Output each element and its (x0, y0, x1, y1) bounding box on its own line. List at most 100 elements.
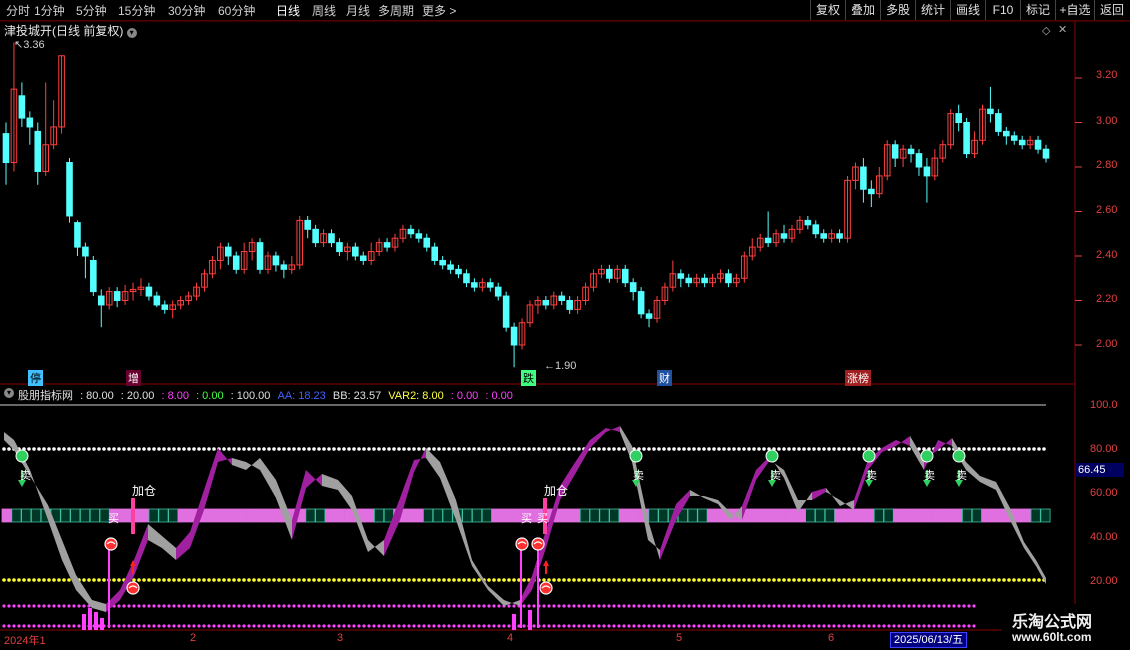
band-cell (795, 508, 806, 523)
band-cell (1030, 508, 1041, 523)
band-cell (266, 508, 277, 523)
band-cell (481, 508, 492, 523)
candle-body (415, 233, 423, 239)
candle-body (629, 282, 637, 293)
band-cell (952, 508, 963, 523)
band-cell (873, 508, 884, 523)
candle-body (804, 219, 812, 226)
oscillator-ribbon (426, 448, 440, 478)
oscillator-ribbon (606, 426, 620, 432)
band-cell (599, 508, 610, 523)
candle-body (18, 95, 26, 119)
candle-body (74, 222, 81, 248)
candle-body (685, 277, 693, 284)
volume-bar (100, 618, 104, 630)
oscillator-ribbon (896, 436, 910, 446)
oscillator-ribbon (504, 600, 520, 606)
x-tick: 5 (676, 632, 683, 644)
candle-body (145, 286, 153, 297)
candle-body (352, 246, 359, 257)
candle-body (383, 242, 391, 248)
band-cell (962, 508, 973, 523)
band-cell (207, 508, 218, 523)
candle-body (510, 326, 518, 346)
event-tag-halt[interactable]: 停 (28, 370, 43, 386)
band-cell (854, 508, 865, 523)
candle-body (336, 242, 343, 253)
oscillator-ribbon (784, 470, 798, 512)
candle-body (1018, 139, 1026, 146)
level-0-dots (2, 624, 976, 628)
oscillator-ribbon (488, 586, 504, 606)
indicator-value: : 8.00 (161, 390, 189, 402)
band-cell (324, 508, 336, 523)
candle-body (494, 286, 502, 297)
candle-body (224, 246, 232, 257)
oscillator-ribbon (590, 428, 606, 448)
band-cell (148, 508, 159, 523)
candle-body (161, 304, 169, 310)
x-tick: 3 (337, 632, 344, 644)
band-cell (785, 508, 796, 523)
band-cell (991, 508, 1002, 523)
sell-label: 卖 (866, 470, 877, 482)
band-cell (226, 508, 238, 523)
candle-body (621, 268, 629, 284)
band-cell (834, 508, 845, 523)
oscillator-ribbon (148, 524, 162, 548)
band-cell (138, 508, 149, 523)
oscillator-ribbon (368, 540, 384, 556)
buy-label: 买 (521, 513, 532, 525)
band-cell (913, 508, 924, 523)
indicator-header: 股朋指标网 : 80.00 : 20.00 : 8.00 : 0.00 : 10… (18, 387, 517, 403)
event-tag-drop[interactable]: 跌 (521, 370, 536, 386)
band-cell (903, 508, 914, 523)
band-cell (589, 508, 600, 523)
oscillator-ribbon (812, 488, 826, 500)
band-cell (844, 508, 855, 523)
candle-body (455, 268, 462, 275)
band-cell (560, 508, 571, 523)
indicator-value-bb: BB: 23.57 (332, 390, 382, 402)
high-price-label: ↖3.36 (14, 39, 45, 51)
band-cell (334, 508, 345, 523)
indicator-value: : 80.00 (80, 390, 114, 402)
buy-ball-icon (126, 581, 140, 595)
close-icon[interactable]: ✕ (1058, 23, 1067, 36)
band-cell (422, 508, 434, 523)
sell-label: 卖 (956, 470, 967, 482)
candle-body (558, 295, 566, 301)
oscillator-ribbon (338, 480, 352, 510)
oscillator-ribbon (134, 524, 148, 576)
chevron-down-icon[interactable]: ▾ (126, 28, 137, 38)
indicator-toggle-icon[interactable]: ▾ (4, 388, 14, 398)
event-tag-limit-list[interactable]: 涨榜 (845, 370, 871, 386)
sub-y-tick: 80.00 (1090, 443, 1118, 455)
event-tag-increase[interactable]: 增 (126, 370, 141, 386)
candle-body (963, 122, 970, 155)
band-cell (256, 508, 267, 523)
oscillator-ribbon (574, 440, 590, 476)
band-cell (177, 508, 189, 523)
volume-bar (94, 612, 98, 630)
candle-body (272, 255, 280, 266)
candle-body (97, 295, 105, 306)
candle-body (328, 233, 335, 244)
current-value-badge: 66.45 (1076, 463, 1124, 477)
buy-label: 买 (537, 513, 548, 525)
diamond-icon[interactable]: ◇ (1042, 24, 1050, 37)
event-tag-finance[interactable]: 财 (657, 370, 672, 386)
band-cell (89, 508, 100, 523)
candle-body (26, 117, 34, 128)
indicator-value: : 100.00 (230, 390, 271, 402)
oscillator-ribbon (292, 470, 306, 540)
stock-chart[interactable] (0, 0, 1130, 650)
candle-body (725, 273, 732, 284)
indicator-value-aa: AA: 18.23 (277, 390, 326, 402)
x-tick: 2024年1 (4, 635, 46, 647)
band-cell (442, 508, 453, 523)
candle-body (1034, 139, 1042, 150)
x-tick: 4 (507, 632, 514, 644)
band-cell (579, 508, 590, 523)
band-cell (511, 508, 522, 523)
